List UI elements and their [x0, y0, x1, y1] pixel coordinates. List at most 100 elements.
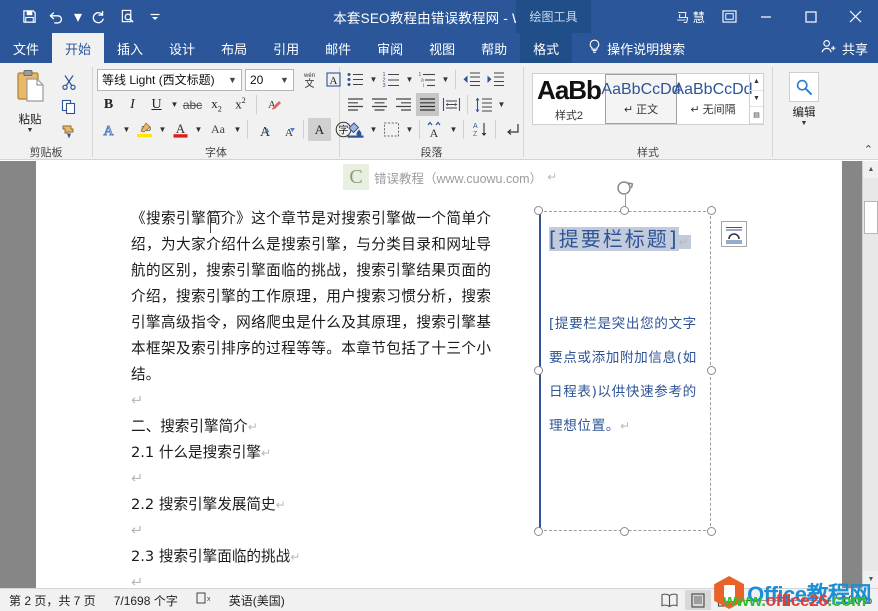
multilevel-list-icon[interactable]: 1ai [416, 68, 439, 91]
font-color-icon[interactable]: A [169, 118, 192, 141]
zoom-out-button[interactable]: − [745, 593, 753, 608]
vertical-scrollbar[interactable]: ▲ ▼ [862, 161, 878, 588]
format-painter-icon[interactable] [56, 120, 82, 143]
tell-me-search[interactable]: 操作说明搜索 [572, 33, 685, 63]
minimize-icon[interactable] [743, 0, 788, 33]
borders-icon[interactable] [380, 118, 403, 141]
highlight-chevron-down-icon[interactable]: ▼ [157, 118, 168, 141]
copy-icon[interactable] [56, 95, 82, 118]
print-layout-icon[interactable] [685, 590, 711, 610]
layout-options-icon[interactable] [721, 221, 747, 247]
bullets-icon[interactable] [344, 68, 367, 91]
subscript-button[interactable]: x2 [205, 93, 228, 116]
bullets-chevron-down-icon[interactable]: ▼ [368, 68, 379, 91]
phonetic-guide-icon[interactable]: wén文 [298, 68, 321, 91]
shading-icon[interactable] [344, 118, 367, 141]
change-case-chevron-down-icon[interactable]: ▼ [232, 118, 243, 141]
increase-indent-icon[interactable] [484, 68, 507, 91]
language-status[interactable]: 英语(美国) [220, 592, 294, 609]
multilevel-chevron-down-icon[interactable]: ▼ [440, 68, 451, 91]
distributed-align-icon[interactable] [440, 93, 463, 116]
align-center-icon[interactable] [368, 93, 391, 116]
zoom-in-button[interactable]: + [824, 593, 832, 608]
save-icon[interactable] [16, 5, 42, 29]
sidebar-text-box[interactable]: [提要栏标题]↵ [提要栏是突出您的文字要点或添加附加信息(如日程表)以供快速参… [539, 211, 711, 531]
tab-help[interactable]: 帮助 [468, 33, 520, 63]
clear-formatting-icon[interactable]: A [261, 93, 284, 116]
resize-handle-n[interactable] [620, 206, 629, 215]
tab-home[interactable]: 开始 [52, 33, 104, 63]
align-right-icon[interactable] [392, 93, 415, 116]
zoom-track[interactable] [755, 600, 821, 601]
maximize-icon[interactable] [788, 0, 833, 33]
zoom-level-label[interactable]: 100% [838, 593, 872, 607]
tab-review[interactable]: 审阅 [364, 33, 416, 63]
styles-more-icon[interactable]: ▤ [750, 107, 763, 124]
undo-dropdown-icon[interactable]: ▾ [72, 5, 84, 29]
tab-view[interactable]: 视图 [416, 33, 468, 63]
tab-references[interactable]: 引用 [260, 33, 312, 63]
close-icon[interactable] [833, 0, 878, 33]
customize-qat-chevron-down-icon[interactable] [142, 5, 168, 29]
show-formatting-marks-icon[interactable] [500, 118, 523, 141]
paste-dropdown-icon[interactable]: ▼ [27, 127, 34, 134]
italic-button[interactable]: I [121, 93, 144, 116]
decrease-indent-icon[interactable] [460, 68, 483, 91]
underline-button[interactable]: U [145, 93, 168, 116]
asian-layout-chevron-down-icon[interactable]: ▼ [448, 118, 459, 141]
justify-icon[interactable] [416, 93, 439, 116]
shrink-font-icon[interactable]: A [276, 118, 299, 141]
read-mode-icon[interactable] [657, 590, 683, 610]
style-item-1[interactable]: AaBb 样式2 [533, 74, 605, 124]
borders-chevron-down-icon[interactable]: ▼ [404, 118, 415, 141]
scroll-up-icon[interactable]: ▲ [863, 161, 878, 178]
zoom-thumb[interactable] [785, 595, 790, 606]
scrollbar-thumb[interactable] [864, 201, 878, 234]
cut-icon[interactable] [56, 70, 82, 93]
change-case-icon[interactable]: Aa [205, 118, 231, 141]
numbering-chevron-down-icon[interactable]: ▼ [404, 68, 415, 91]
line-spacing-icon[interactable] [472, 93, 495, 116]
page-number-status[interactable]: 第 2 页，共 7 页 [0, 592, 105, 609]
shading-chevron-down-icon[interactable]: ▼ [368, 118, 379, 141]
redo-icon[interactable] [86, 5, 112, 29]
zoom-slider[interactable]: − + [741, 593, 836, 608]
collapse-ribbon-icon[interactable]: ⌃ [864, 143, 873, 156]
tab-insert[interactable]: 插入 [104, 33, 156, 63]
tab-file[interactable]: 文件 [0, 33, 52, 63]
paste-button[interactable]: 粘贴 ▼ [4, 66, 56, 134]
superscript-button[interactable]: x2 [229, 93, 252, 116]
scroll-down-icon[interactable]: ▼ [863, 571, 878, 588]
print-preview-icon[interactable] [114, 5, 140, 29]
font-size-chevron-down-icon[interactable]: ▼ [278, 75, 291, 85]
line-spacing-chevron-down-icon[interactable]: ▼ [496, 93, 507, 116]
bold-button[interactable]: B [97, 93, 120, 116]
user-account-name[interactable]: 马 慧 [667, 7, 715, 26]
asian-layout-icon[interactable]: A [424, 118, 447, 141]
web-layout-icon[interactable] [713, 590, 739, 610]
underline-chevron-down-icon[interactable]: ▼ [169, 93, 180, 116]
sort-icon[interactable]: AZ [468, 118, 491, 141]
editing-chevron-down-icon[interactable]: ▼ [801, 120, 808, 127]
document-body[interactable]: 《搜索引擎简介》这个章节是对搜索引擎做一个简单介绍，为大家介绍什么是搜索引擎，与… [131, 206, 491, 588]
document-header[interactable]: C 错误教程（www.cuowu.com） ↵ [343, 164, 557, 190]
tab-mailings[interactable]: 邮件 [312, 33, 364, 63]
font-name-chevron-down-icon[interactable]: ▼ [226, 75, 239, 85]
editing-button[interactable]: 编辑 ▼ [777, 66, 831, 127]
word-count-status[interactable]: 7/1698 个字 [105, 592, 187, 609]
resize-handle-e[interactable] [707, 366, 716, 375]
text-highlight-color-icon[interactable]: ab [133, 118, 156, 141]
resize-handle-sw[interactable] [534, 527, 543, 536]
ribbon-display-options-icon[interactable] [715, 0, 743, 33]
align-left-icon[interactable] [344, 93, 367, 116]
numbering-icon[interactable]: 123 [380, 68, 403, 91]
font-color-chevron-down-icon[interactable]: ▼ [193, 118, 204, 141]
text-effects-chevron-down-icon[interactable]: ▼ [121, 118, 132, 141]
resize-handle-s[interactable] [620, 527, 629, 536]
undo-icon[interactable] [44, 5, 70, 29]
style-item-3[interactable]: AaBbCcDd ↵ 无间隔 [677, 74, 749, 124]
resize-handle-nw[interactable] [534, 206, 543, 215]
resize-handle-w[interactable] [534, 366, 543, 375]
tab-design[interactable]: 设计 [156, 33, 208, 63]
proofing-errors-icon[interactable]: x [187, 592, 220, 608]
